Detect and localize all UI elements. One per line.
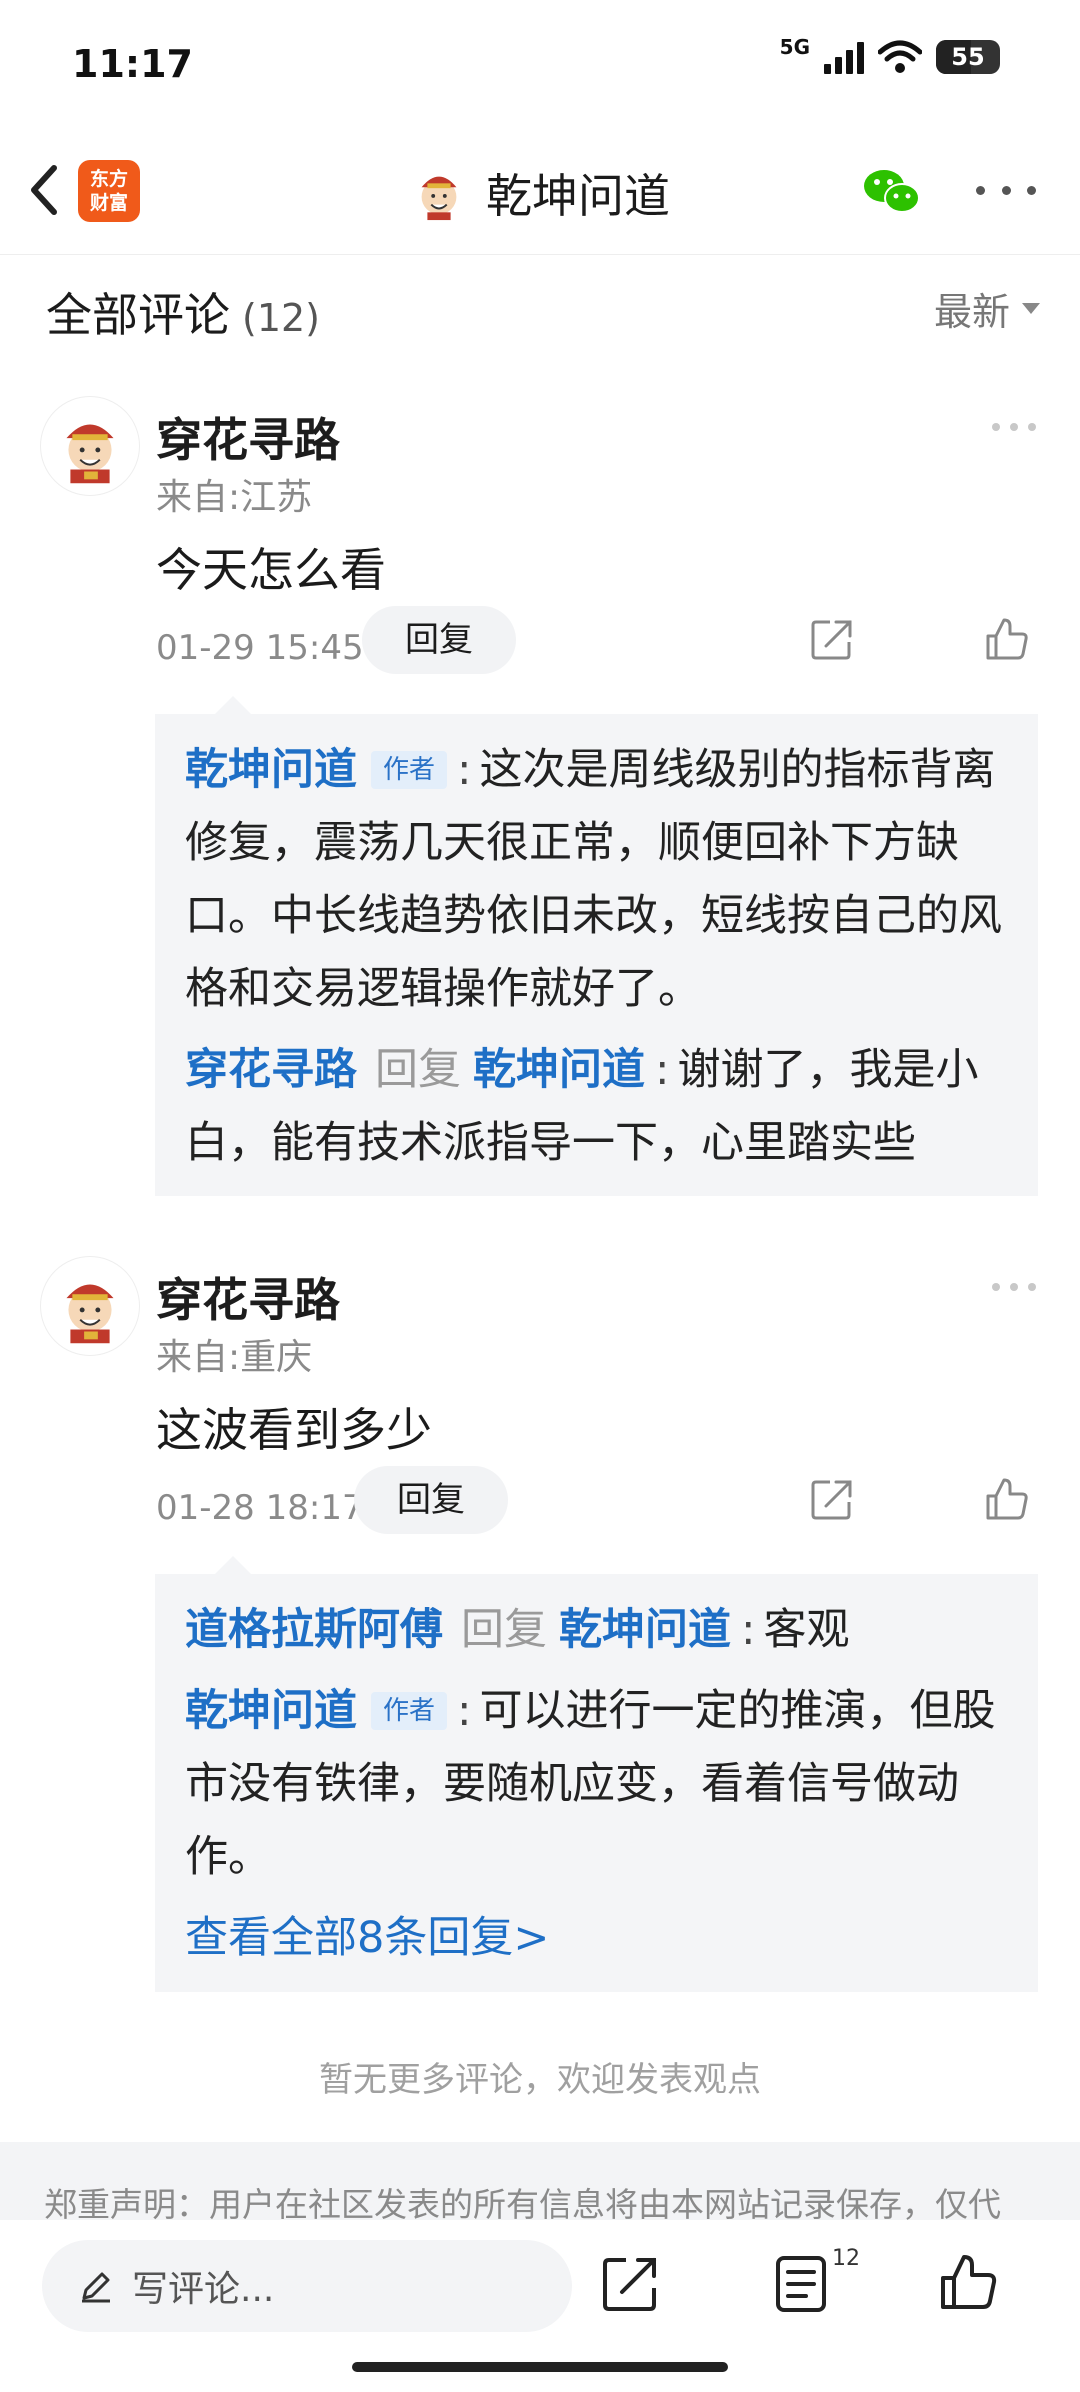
reply-verb: 回复 — [375, 1045, 461, 1095]
sort-label: 最新 — [933, 290, 1010, 334]
thumbs-up-icon[interactable] — [984, 1476, 1030, 1522]
more-icon[interactable] — [976, 170, 1036, 210]
comment-more-icon[interactable] — [992, 420, 1036, 434]
battery-level: 55 — [951, 43, 985, 71]
wechat-icon[interactable] — [860, 160, 924, 224]
reply-text: 客观 — [763, 1605, 850, 1655]
reply-item[interactable]: 乾坤问道 作者: 这次是周线级别的指标背离修复，震荡几天很正常，顺便回补下方缺口。中… — [185, 734, 1010, 1026]
comment-count-badge: 12 — [832, 2246, 860, 2271]
reply-button[interactable]: 回复 — [362, 606, 516, 674]
share-icon[interactable] — [600, 2254, 660, 2314]
comment-time: 01-29 15:45 — [156, 628, 364, 668]
author-badge: 作者 — [371, 1692, 448, 1730]
reply-target[interactable]: 乾坤问道 — [473, 1045, 645, 1095]
sort-dropdown[interactable]: 最新 — [934, 281, 1040, 336]
comment-time: 01-28 18:17 — [156, 1488, 364, 1528]
no-more-comments: 暂无更多评论，欢迎发表观点 — [319, 2060, 761, 2100]
user-avatar-icon[interactable] — [40, 396, 140, 496]
home-indicator — [352, 2362, 728, 2372]
write-comment-input[interactable]: 写评论... — [42, 2240, 572, 2332]
author-avatar-icon[interactable] — [410, 164, 468, 222]
comment-more-icon[interactable] — [992, 1280, 1036, 1294]
reply-item[interactable]: 道格拉斯阿傅 回复 乾坤问道: 客观 — [185, 1594, 1010, 1667]
thumbs-up-icon[interactable] — [984, 616, 1030, 662]
comments-title: 全部评论 (12) — [46, 279, 320, 345]
reply-item[interactable]: 穿花寻路 回复 乾坤问道: 谢谢了，我是小白，能有技术派指导一下，心里踏实些 — [185, 1034, 1010, 1180]
reply-button[interactable]: 回复 — [354, 1466, 508, 1534]
reply-author[interactable]: 乾坤问道 — [185, 745, 357, 795]
reply-item[interactable]: 乾坤问道 作者: 可以进行一定的推演，但股市没有铁律，要随机应变，看着信号做动作。 — [185, 1675, 1010, 1894]
comment-location: 来自:江苏 — [156, 477, 313, 518]
caret-down-icon — [1022, 303, 1040, 314]
status-icons: 5G 55 — [780, 35, 1000, 74]
disclaimer-text: 郑重声明：用户在社区发表的所有信息将由本网站记录保存，仅代 — [44, 2185, 1001, 2224]
battery-icon: 55 — [936, 40, 1000, 74]
reply-thread: 道格拉斯阿傅 回复 乾坤问道: 客观 乾坤问道 作者: 可以进行一定的推演，但股市没有铁律… — [155, 1556, 1038, 1992]
write-comment-placeholder: 写评论... — [132, 2269, 275, 2310]
comment-author[interactable]: 穿花寻路 — [156, 404, 340, 470]
signal-icon — [824, 40, 864, 74]
share-icon[interactable] — [810, 618, 854, 662]
reply-target[interactable]: 乾坤问道 — [559, 1605, 731, 1655]
reply-verb: 回复 — [461, 1605, 547, 1655]
top-nav-bar: 东方财富 乾坤问道 — [0, 130, 1080, 255]
network-type: 5G — [779, 35, 810, 59]
comment-text: 今天怎么看 — [156, 543, 386, 597]
user-avatar-icon[interactable] — [40, 1256, 140, 1356]
pencil-icon — [82, 2272, 110, 2303]
reply-author[interactable]: 穿花寻路 — [185, 1045, 357, 1095]
author-badge: 作者 — [371, 751, 448, 789]
wifi-icon — [878, 40, 922, 73]
reply-author[interactable]: 乾坤问道 — [185, 1686, 357, 1736]
comments-header: 全部评论 (12) 最新 — [0, 255, 1080, 365]
status-time: 11:17 — [72, 42, 193, 86]
comments-count: (12) — [242, 296, 321, 340]
comment-author[interactable]: 穿花寻路 — [156, 1264, 340, 1330]
view-all-replies-link[interactable]: 查看全部8条回复> — [185, 1902, 1010, 1975]
thumbs-up-icon[interactable] — [938, 2252, 998, 2312]
comment-location: 来自:重庆 — [156, 1337, 313, 1378]
share-icon[interactable] — [810, 1478, 854, 1522]
reply-author[interactable]: 道格拉斯阿傅 — [185, 1605, 443, 1655]
reply-thread: 乾坤问道 作者: 这次是周线级别的指标背离修复，震荡几天很正常，顺便回补下方缺口。中… — [155, 696, 1038, 1196]
status-bar: 11:17 5G 55 — [0, 0, 1080, 130]
comment-text: 这波看到多少 — [156, 1403, 432, 1457]
page-title: 乾坤问道 — [486, 169, 670, 223]
comment-list-icon[interactable] — [774, 2254, 830, 2314]
comments-title-text: 全部评论 — [46, 288, 230, 342]
